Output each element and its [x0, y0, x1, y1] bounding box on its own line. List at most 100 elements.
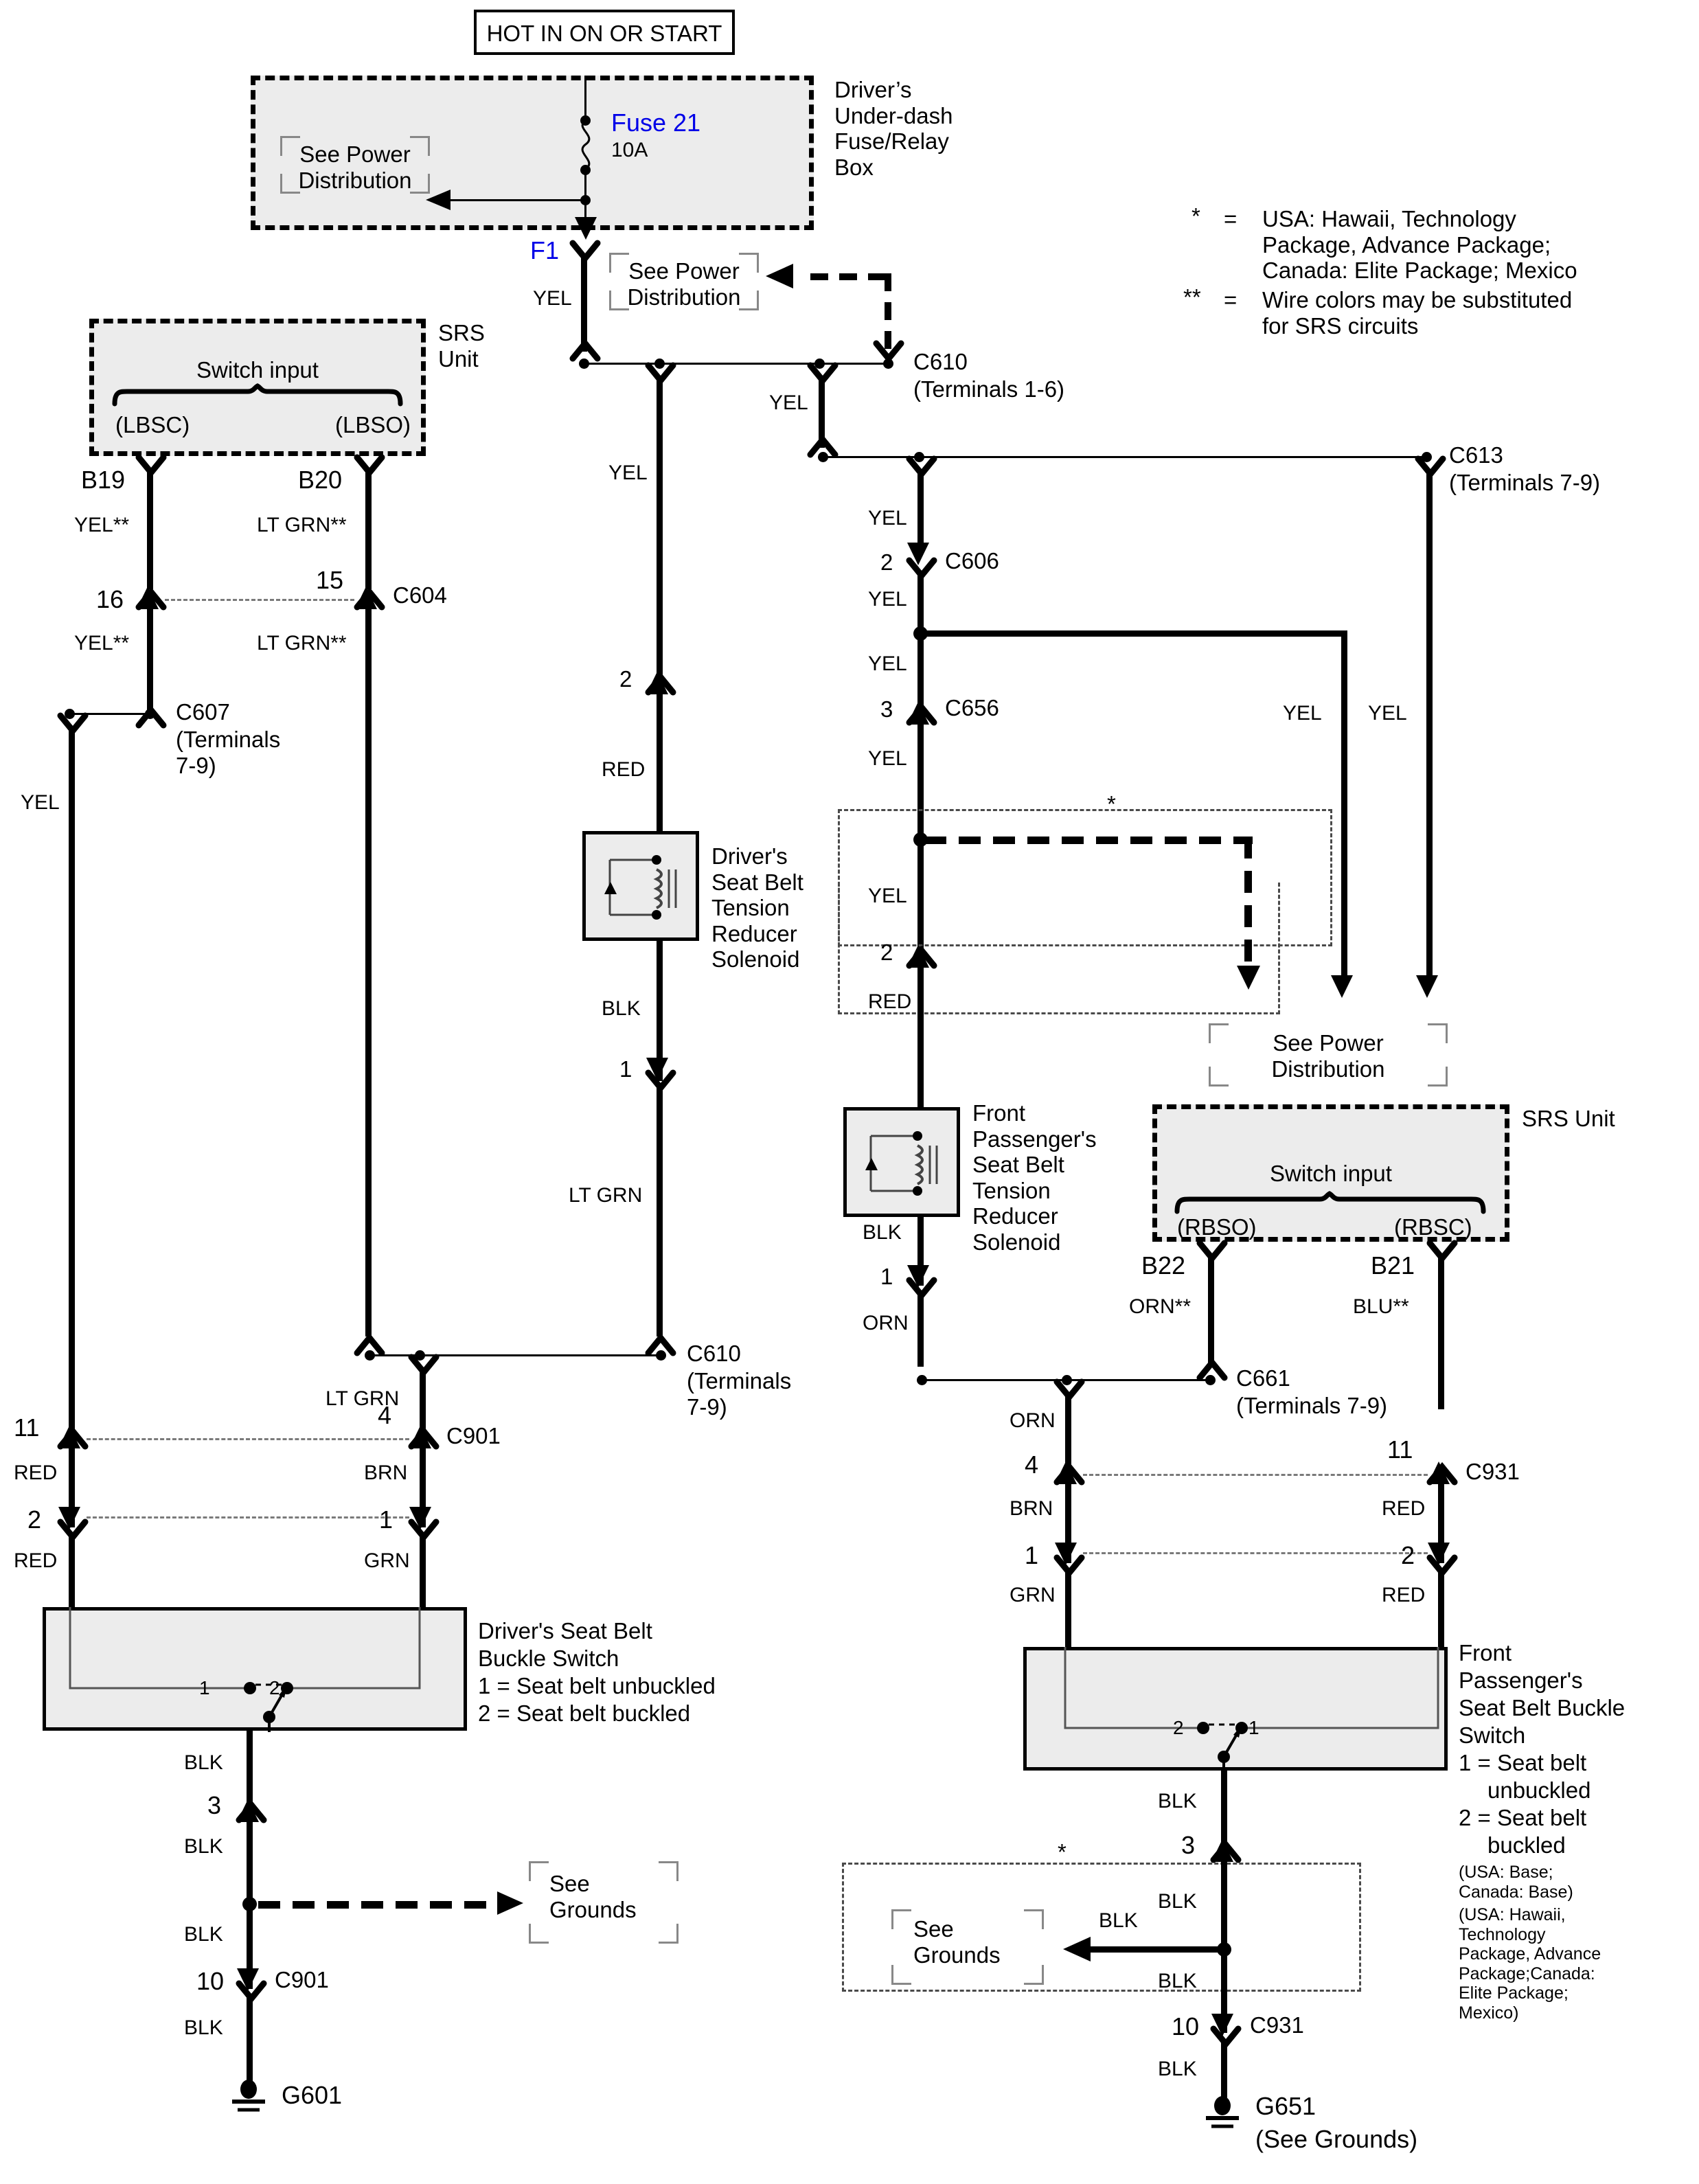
passenger-buckle-switch-line2: Passenger's	[1459, 1668, 1583, 1693]
driver-ground-pin3-number: 3	[207, 1791, 222, 1819]
terminal-b21-label: B21	[1371, 1251, 1415, 1279]
wire-label-c901-brn: BRN	[364, 1461, 408, 1484]
wire-label-passenger-blk-2: BLK	[1158, 1890, 1197, 1913]
yel-loop-top	[917, 630, 1347, 637]
c931-lower-dash-link	[1083, 1552, 1428, 1554]
c610-node-a	[579, 359, 589, 369]
see-grounds-label-passenger: See Grounds	[913, 1916, 1001, 1968]
srs-right-pin-label-rbsc: (RBSC)	[1394, 1214, 1472, 1240]
passenger-ground-branch-wire	[1089, 1946, 1225, 1953]
srs-left-pin-label-lbsc: (LBSC)	[115, 412, 190, 437]
passenger-solenoid-symbol	[865, 1131, 938, 1196]
wire-label-c656-upper-yel: YEL	[868, 652, 907, 675]
c931-pin11-number: 11	[1387, 1435, 1413, 1464]
wire-label-passenger-red: RED	[868, 990, 912, 1013]
terminal-b22-label: B22	[1141, 1251, 1186, 1279]
yel-loop-arrow	[1331, 975, 1353, 998]
srs-left-pin-label-lbso: (LBSO)	[335, 412, 411, 437]
c613-right-yel-wire	[1426, 473, 1433, 981]
wire-label-driver-yel: YEL	[608, 462, 648, 484]
fuse-name-label: Fuse 21	[611, 109, 701, 137]
fusebox-branch-wire	[446, 199, 585, 201]
connector-c610-79-label: C610	[687, 1341, 741, 1366]
legend-eq-2: =	[1224, 287, 1238, 312]
see-grounds-label-driver: See Grounds	[549, 1871, 637, 1922]
connector-c607-sub: (Terminals 7-9)	[176, 727, 281, 778]
srs-right-pin-label-rbso: (RBSO)	[1177, 1214, 1257, 1240]
srs-unit-right-label: SRS Unit	[1522, 1106, 1615, 1131]
wire-label-passenger-blk-3: BLK	[1158, 1970, 1197, 1992]
wiring-diagram-sheet: HOT IN ON OR START Driver’s Under-dash F…	[0, 0, 1699, 2184]
connector-c610-79-sub: (Terminals 7-9)	[687, 1368, 792, 1420]
spd2-feed-dash-h	[810, 273, 891, 280]
c610-79-node-a	[365, 1350, 375, 1361]
passenger-buckle-switch-line5: 1 = Seat belt	[1459, 1750, 1587, 1775]
driver-sw-blk-wire-4	[247, 1997, 253, 2085]
driver-solenoid-pin1-number: 1	[619, 1056, 632, 1082]
connector-c604-label: C604	[393, 582, 447, 608]
passenger-solenoid-pin1-number: 1	[880, 1264, 893, 1289]
connector-c656-label: C656	[945, 695, 999, 720]
c656-pin-number: 3	[880, 696, 893, 722]
driver-solenoid-label: Driver's Seat Belt Tension Reducer Solen…	[711, 843, 803, 972]
legend-symbol-1: *	[1191, 203, 1200, 229]
wire-label-c610-c613-yel: YEL	[769, 391, 808, 414]
passenger-grn-wire	[1065, 1570, 1071, 1648]
left-yel-long-wire	[69, 729, 75, 1430]
passenger-sw-blk-wire-1	[1221, 1769, 1227, 1850]
see-power-distribution-label-2: See Power Distribution	[627, 258, 741, 310]
opt-dash-v	[1244, 837, 1252, 974]
wire-label-driver-blk-3: BLK	[184, 1923, 223, 1946]
c610-node-d	[883, 359, 893, 369]
passenger-buckle-switch-line7: 2 = Seat belt	[1459, 1805, 1587, 1830]
c604-ltgrn-down	[365, 606, 372, 1336]
passenger-buckle-switch-line4: Switch	[1459, 1722, 1526, 1748]
c607-node-right	[145, 709, 155, 719]
driver-buckle-switch-line2: Buckle Switch	[478, 1646, 619, 1671]
c901-upper-dash-link	[87, 1438, 409, 1440]
wire-label-passenger-grn: GRN	[1010, 1584, 1056, 1606]
see-power-distribution-label-1: See Power Distribution	[298, 141, 412, 193]
c931-upper-dash-link	[1083, 1474, 1428, 1476]
driver-solenoid-red-wire	[657, 691, 663, 835]
splice-to-c656-wire	[917, 637, 924, 710]
connector-c610-1-6-label: C610	[913, 349, 968, 374]
driver-ground-dash	[258, 1901, 500, 1909]
wire-label-passenger-blk: BLK	[863, 1221, 902, 1244]
wire-label-b21-blu: BLU**	[1353, 1295, 1409, 1318]
connector-c606-label: C606	[945, 548, 999, 573]
asterisk-lower: *	[1058, 1839, 1067, 1865]
wire-label-c607-yel: YEL**	[74, 632, 130, 655]
connector-c931-lower-label: C931	[1250, 2012, 1304, 2038]
driver-solenoid-pin2-number: 2	[619, 666, 632, 692]
fuse-rating-label: 10A	[611, 139, 648, 161]
connector-c901-label: C901	[446, 1423, 501, 1448]
c901-lower-dash-link	[87, 1516, 409, 1518]
c901-pin11-number: 11	[14, 1413, 40, 1442]
fuse-feed-wire	[584, 76, 586, 120]
connector-c661-label: C661	[1236, 1365, 1290, 1391]
passenger-sw-blk-wire-2	[1221, 1858, 1227, 1948]
f1-yel-wire	[581, 255, 587, 352]
terminal-b19-label: B19	[81, 466, 126, 494]
connector-c931-label: C931	[1466, 1459, 1520, 1484]
wire-label-left-yel: YEL	[21, 791, 60, 814]
wire-label-passenger-red-sw: RED	[1382, 1584, 1426, 1606]
fusebox-branch-arrow	[426, 190, 451, 210]
passenger-see-grounds-arrow	[1063, 1937, 1091, 1961]
g601-ground-symbol	[232, 2080, 265, 2112]
c610-79-node-c	[656, 1350, 666, 1361]
c661-node-a	[917, 1375, 927, 1385]
driver-buckle-switch-line3: 1 = Seat belt unbuckled	[478, 1673, 716, 1698]
wire-label-loop-yel: YEL	[1283, 702, 1322, 725]
c613-right-arrow	[1416, 975, 1438, 998]
passenger-note-1: (USA: Base; Canada: Base)	[1459, 1863, 1573, 1902]
c901-pin2-number: 2	[27, 1505, 42, 1534]
wire-label-c931-red: RED	[1382, 1497, 1426, 1520]
passenger-switch-pos1-number: 1	[1248, 1717, 1259, 1738]
driver-c901-pin10-number: 10	[196, 1967, 225, 1995]
srs-unit-left-label: SRS Unit	[438, 320, 485, 372]
c613-node-a	[818, 452, 828, 462]
b19-yel-wire	[147, 471, 153, 589]
b20-ltgrn-wire	[365, 471, 372, 589]
